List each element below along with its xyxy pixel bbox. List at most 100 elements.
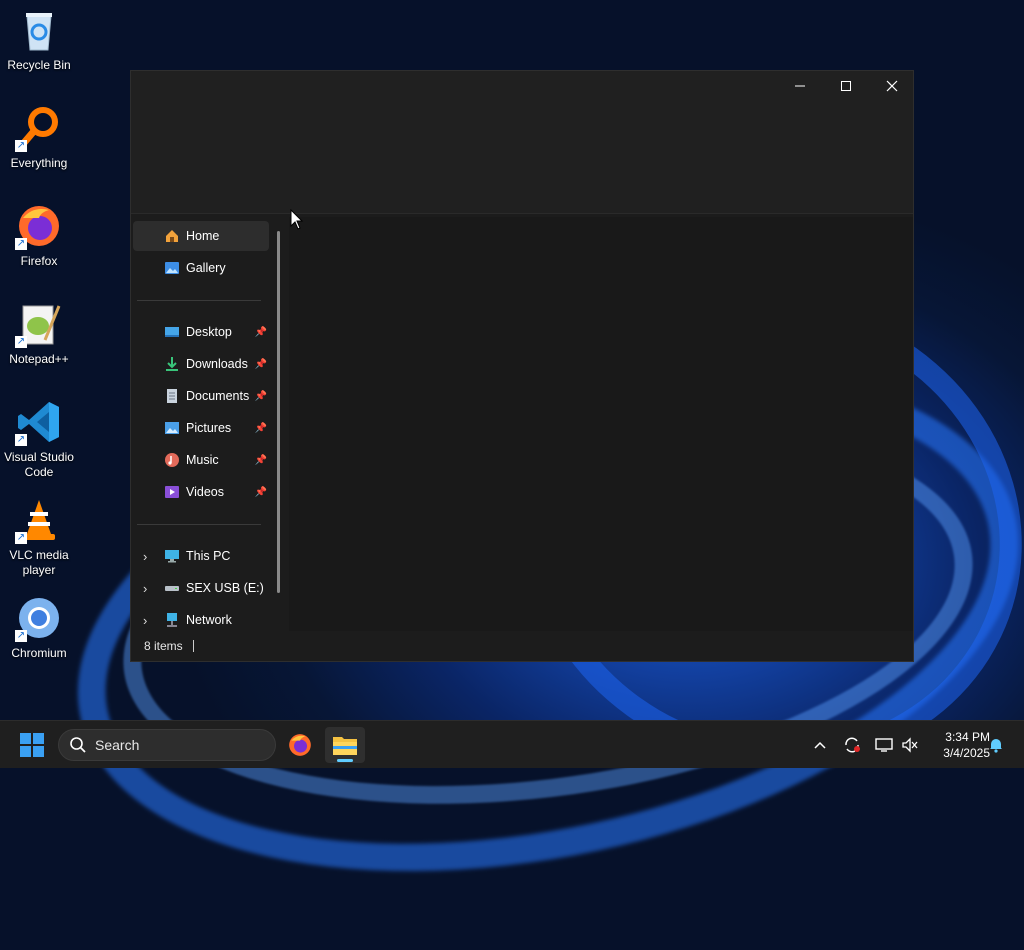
pin-icon[interactable]: 📌: [255, 487, 267, 498]
nav-item-label: Gallery: [186, 261, 226, 275]
nav-item-pictures[interactable]: Pictures 📌: [133, 413, 269, 443]
nav-item-usb-drive[interactable]: › SEX USB (E:): [133, 573, 269, 603]
nav-item-gallery[interactable]: Gallery: [133, 253, 269, 283]
nav-item-this-pc[interactable]: › This PC: [133, 541, 269, 571]
item-count: 8 items: [144, 639, 183, 653]
nav-item-desktop[interactable]: Desktop 📌: [133, 317, 269, 347]
videos-folder-icon: [165, 486, 179, 498]
nav-item-label: Downloads: [186, 357, 248, 371]
nav-scrollbar[interactable]: [277, 231, 280, 593]
minimize-button[interactable]: [777, 71, 823, 101]
tray-sync-button[interactable]: [840, 721, 864, 769]
speaker-muted-icon: [902, 737, 918, 753]
desktop-folder-icon: [165, 327, 179, 337]
chevron-right-icon[interactable]: ›: [143, 613, 147, 628]
desktop-icon-chromium[interactable]: ↗ Chromium: [2, 594, 76, 661]
close-button[interactable]: [869, 71, 915, 101]
desktop-icon-label: Notepad++: [9, 352, 69, 366]
search-icon: [70, 737, 86, 753]
shortcut-arrow-icon: ↗: [15, 140, 27, 152]
desktop-icon-recycle-bin[interactable]: Recycle Bin: [2, 6, 76, 73]
desktop-icon-label: Chromium: [11, 646, 67, 660]
chevron-right-icon[interactable]: ›: [143, 549, 147, 564]
clock-time: 3:34 PM: [945, 730, 990, 744]
pin-icon[interactable]: 📌: [255, 327, 267, 338]
pin-icon[interactable]: 📌: [255, 423, 267, 434]
nav-item-downloads[interactable]: Downloads 📌: [133, 349, 269, 379]
shortcut-arrow-icon: ↗: [15, 532, 27, 544]
tray-display-button[interactable]: [872, 721, 896, 769]
desktop-icon-label: Firefox: [20, 254, 58, 268]
network-icon: [167, 613, 177, 627]
nav-item-label: SEX USB (E:): [186, 581, 264, 595]
this-pc-icon: [165, 550, 179, 563]
content-area[interactable]: [289, 217, 913, 631]
display-icon: [875, 738, 893, 752]
shortcut-arrow-icon: ↗: [15, 630, 27, 642]
chevron-up-icon: [814, 741, 826, 749]
shortcut-arrow-icon: ↗: [15, 336, 27, 348]
nav-item-label: Documents: [186, 389, 250, 403]
nav-divider: [137, 300, 261, 301]
desktop-icon-notepad-plus-plus[interactable]: ↗ Notepad++: [2, 300, 76, 367]
nav-item-label: Videos: [186, 485, 224, 499]
documents-folder-icon: [167, 389, 177, 403]
tray-volume-button[interactable]: [898, 721, 922, 769]
nav-item-label: This PC: [186, 549, 231, 563]
notepad-plus-plus-icon: ↗: [15, 300, 63, 348]
shortcut-arrow-icon: ↗: [15, 434, 27, 446]
desktop-icon-label: Visual Studio Code: [4, 450, 74, 479]
navigation-pane[interactable]: Home Gallery Desktop 📌 Downloads 📌 Docum…: [131, 217, 281, 635]
taskbar-app-file-explorer[interactable]: [325, 727, 365, 763]
status-bar: 8 items: [131, 631, 913, 661]
pin-icon[interactable]: 📌: [255, 359, 267, 370]
nav-item-home[interactable]: Home: [133, 221, 269, 251]
search-label: Search: [95, 737, 140, 753]
sync-icon: [845, 737, 860, 753]
minimize-icon: [795, 85, 805, 87]
show-hidden-icons-button[interactable]: [808, 721, 832, 769]
nav-item-videos[interactable]: Videos 📌: [133, 477, 269, 507]
file-explorer-window[interactable]: Home Gallery Desktop 📌 Downloads 📌 Docum…: [130, 70, 914, 662]
shortcut-arrow-icon: ↗: [15, 238, 27, 250]
taskbar-search-box[interactable]: Search: [58, 729, 276, 761]
mouse-pointer-icon: [290, 209, 304, 230]
vlc-icon: ↗: [15, 496, 63, 544]
music-folder-icon: [165, 453, 179, 467]
desktop-icon-label: Recycle Bin: [7, 58, 71, 72]
pin-icon[interactable]: 📌: [255, 455, 267, 466]
gallery-icon: [165, 262, 179, 274]
nav-item-label: Network: [186, 613, 232, 627]
usb-drive-icon: [165, 586, 179, 591]
title-bar[interactable]: [131, 71, 913, 214]
pin-icon[interactable]: 📌: [255, 391, 267, 402]
file-explorer-icon: [333, 737, 357, 755]
taskbar: Search 3:34 PM 3/4/2025: [0, 720, 1024, 768]
maximize-icon: [841, 81, 851, 91]
home-icon: [166, 230, 178, 242]
firefox-icon: [289, 734, 311, 756]
vscode-icon: ↗: [15, 398, 63, 446]
notifications-button[interactable]: [986, 721, 1006, 769]
taskbar-app-firefox[interactable]: [280, 727, 320, 763]
taskbar-clock[interactable]: 3:34 PM 3/4/2025: [924, 729, 990, 761]
nav-item-documents[interactable]: Documents 📌: [133, 381, 269, 411]
clock-date: 3/4/2025: [943, 746, 990, 760]
desktop-icon-label: VLC media player: [9, 548, 69, 577]
desktop-icon-everything[interactable]: ↗ Everything: [2, 104, 76, 171]
recycle-bin-icon: [15, 6, 63, 54]
close-icon: [886, 80, 898, 92]
desktop-icon-label: Everything: [10, 156, 68, 170]
nav-item-label: Music: [186, 453, 219, 467]
start-button[interactable]: [20, 733, 44, 757]
bell-icon: [990, 739, 1002, 753]
nav-item-music[interactable]: Music 📌: [133, 445, 269, 475]
nav-item-label: Pictures: [186, 421, 232, 435]
maximize-button[interactable]: [823, 71, 869, 101]
nav-divider: [137, 524, 261, 525]
chevron-right-icon[interactable]: ›: [143, 581, 147, 596]
desktop-icon-vlc[interactable]: ↗ VLC media player: [2, 496, 76, 578]
status-divider: [192, 640, 194, 652]
desktop-icon-vscode[interactable]: ↗ Visual Studio Code: [2, 398, 76, 480]
desktop-icon-firefox[interactable]: ↗ Firefox: [2, 202, 76, 269]
